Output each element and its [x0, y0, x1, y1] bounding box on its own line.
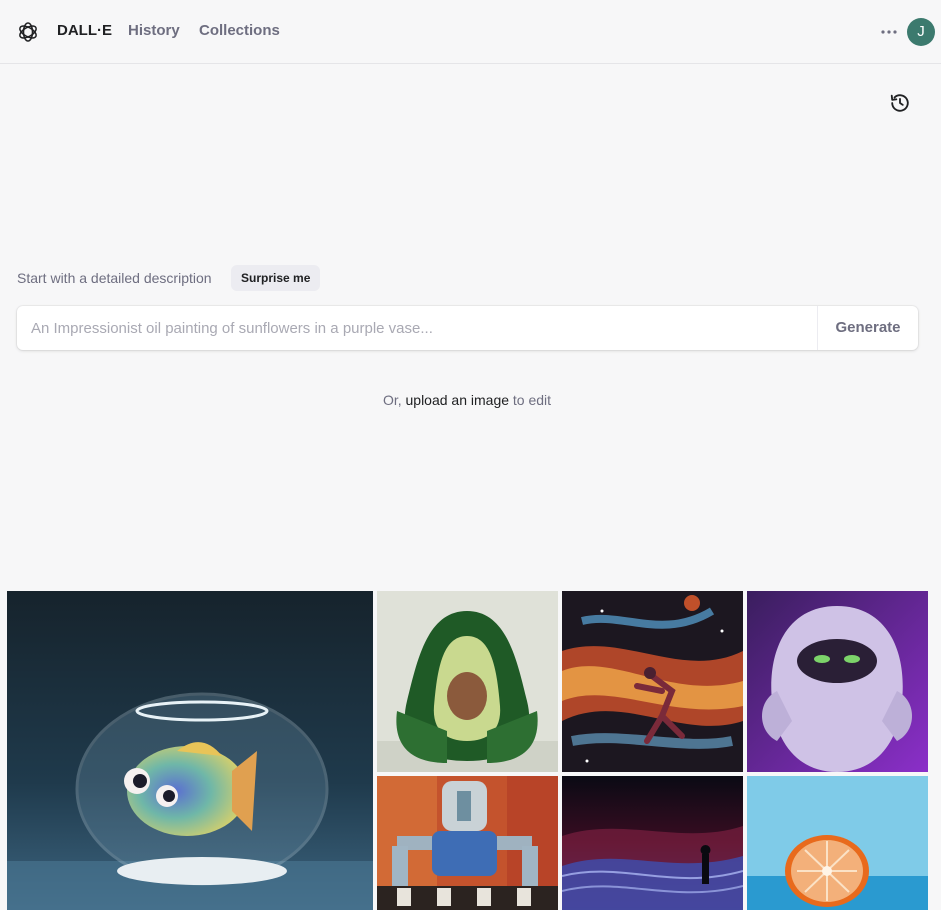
openai-logo-icon[interactable]: [16, 20, 40, 44]
nav-history-link[interactable]: History: [128, 22, 180, 39]
upload-image-link[interactable]: upload an image: [406, 392, 510, 408]
avatar[interactable]: J: [907, 18, 935, 46]
more-horizontal-icon[interactable]: [879, 22, 899, 42]
gallery-image-purple-monster[interactable]: [747, 591, 928, 772]
gallery-image-robot-painting[interactable]: [377, 776, 558, 910]
prompt-label: Start with a detailed description: [17, 270, 212, 286]
surprise-me-button[interactable]: Surprise me: [231, 265, 321, 291]
top-navigation-bar: DALL·E History Collections J: [0, 0, 941, 64]
upload-prefix: Or,: [382, 392, 402, 408]
brand-link[interactable]: DALL·E: [57, 22, 112, 39]
gallery-image-fish-bowl[interactable]: [7, 591, 373, 910]
upload-suffix: to edit: [512, 392, 552, 408]
history-icon[interactable]: [889, 92, 911, 114]
prompt-bar: Generate: [17, 306, 918, 350]
nav-collections-link[interactable]: Collections: [199, 22, 280, 39]
gallery-image-orange-half[interactable]: [747, 776, 928, 910]
gallery-image-night-dunes[interactable]: [562, 776, 743, 910]
gallery-image-space-basketball[interactable]: [562, 591, 743, 772]
generate-button[interactable]: Generate: [817, 306, 918, 350]
upload-instruction: Or, upload an image to edit: [0, 392, 934, 408]
gallery-image-avocado-chair[interactable]: [377, 591, 558, 772]
prompt-input[interactable]: [17, 306, 817, 350]
